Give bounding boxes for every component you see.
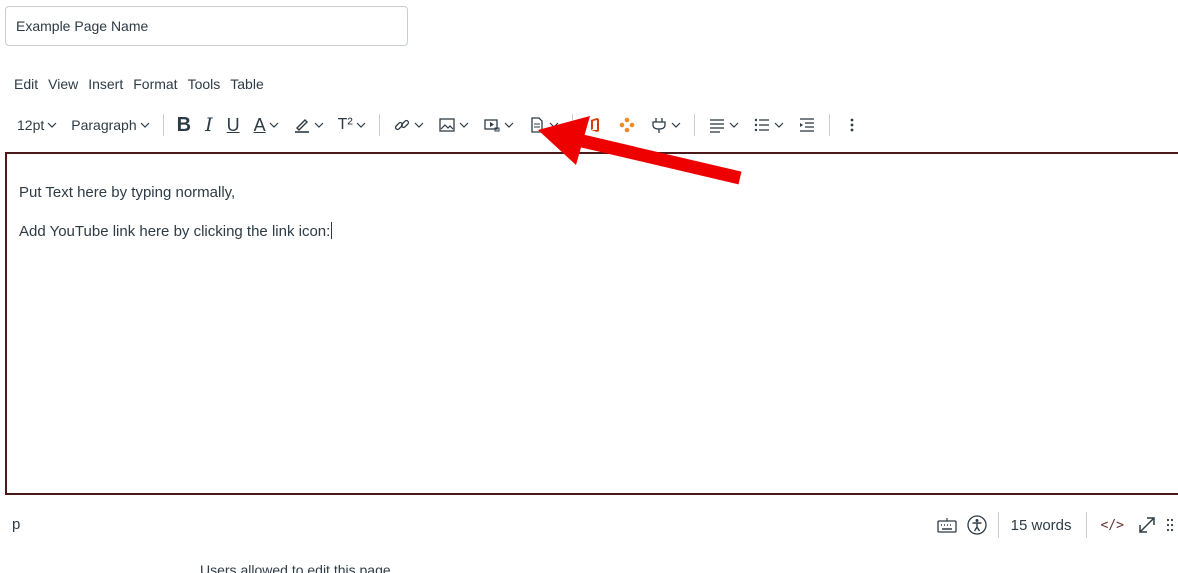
editor-paragraph-2: Add YouTube link here by clicking the li… <box>19 222 333 240</box>
menu-view[interactable]: View <box>43 74 83 94</box>
apps-button[interactable] <box>611 110 643 140</box>
chevron-down-icon <box>140 122 150 128</box>
rich-content-editor[interactable]: Put Text here by typing normally, Add Yo… <box>5 152 1178 495</box>
text-color-button[interactable]: A <box>247 110 286 140</box>
font-size-dropdown[interactable]: 12pt <box>10 110 64 140</box>
editor-paragraph-2-text: Add YouTube link here by clicking the li… <box>19 223 331 240</box>
link-button[interactable] <box>386 110 431 140</box>
align-left-icon <box>709 119 724 133</box>
editor-paragraph-1: Put Text here by typing normally, <box>19 184 236 201</box>
apps-icon <box>619 117 635 133</box>
chevron-down-icon <box>414 122 424 128</box>
italic-button[interactable]: I <box>198 110 220 140</box>
bold-icon: B <box>176 114 192 136</box>
image-icon <box>439 118 455 132</box>
chevron-down-icon <box>314 122 324 128</box>
element-path[interactable]: p <box>12 516 20 533</box>
keyboard-icon <box>936 518 957 533</box>
statusbar-separator <box>1085 512 1087 538</box>
text-color-icon: A <box>253 115 266 135</box>
chevron-down-icon <box>47 122 57 128</box>
chevron-down-icon <box>504 122 514 128</box>
chevron-down-icon <box>269 122 279 128</box>
chevron-down-icon <box>729 122 739 128</box>
font-size-value: 12pt <box>17 117 45 133</box>
accessibility-checker-button[interactable] <box>962 510 992 540</box>
html-editor-toggle[interactable]: </> <box>1093 518 1132 533</box>
block-format-value: Paragraph <box>71 117 137 133</box>
bold-button[interactable]: B <box>170 110 198 140</box>
italic-icon: I <box>205 113 213 136</box>
expand-icon <box>1139 517 1155 533</box>
statusbar-separator <box>997 512 999 538</box>
plug-icon <box>652 118 666 133</box>
word-count[interactable]: 15 words <box>1005 517 1080 534</box>
menu-format[interactable]: Format <box>128 74 182 94</box>
underline-icon: U <box>226 115 240 135</box>
accessibility-icon <box>966 515 987 535</box>
menu-table[interactable]: Table <box>225 74 268 94</box>
drag-handle-icon <box>1166 518 1174 532</box>
indent-icon <box>799 118 814 132</box>
plugin-button[interactable] <box>643 110 688 140</box>
page-name-input[interactable] <box>5 6 408 46</box>
edit-permissions-label: Users allowed to edit this page <box>200 562 391 573</box>
align-button[interactable] <box>701 110 746 140</box>
indent-button[interactable] <box>791 110 823 140</box>
toolbar-separator <box>162 114 164 136</box>
chevron-down-icon <box>549 122 559 128</box>
highlighter-icon <box>294 119 309 133</box>
document-button[interactable] <box>521 110 566 140</box>
fullscreen-button[interactable] <box>1132 510 1162 540</box>
media-button[interactable] <box>476 110 521 140</box>
chevron-down-icon <box>356 122 366 128</box>
image-button[interactable] <box>431 110 476 140</box>
keyboard-shortcuts-button[interactable] <box>932 510 962 540</box>
editor-statusbar: p 15 words </> <box>0 505 1178 545</box>
statusbar-actions: 15 words </> <box>932 510 1178 540</box>
toolbar-separator <box>828 114 830 136</box>
chevron-down-icon <box>774 122 784 128</box>
more-vertical-icon <box>850 118 854 132</box>
office365-icon <box>590 118 599 132</box>
editor-toolbar: 12pt Paragraph B I U A T² <box>10 110 1178 140</box>
block-format-dropdown[interactable]: Paragraph <box>64 110 156 140</box>
superscript-icon: T² <box>337 116 353 133</box>
toolbar-separator <box>378 114 380 136</box>
menu-tools[interactable]: Tools <box>183 74 226 94</box>
office365-button[interactable] <box>579 110 611 140</box>
menu-edit[interactable]: Edit <box>9 74 43 94</box>
document-icon <box>531 117 543 133</box>
page: Edit View Insert Format Tools Table 12pt… <box>0 0 1178 573</box>
underline-button[interactable]: U <box>220 110 247 140</box>
superscript-button[interactable]: T² <box>331 110 373 140</box>
chevron-down-icon <box>671 122 681 128</box>
more-options-button[interactable] <box>836 110 868 140</box>
editor-menubar: Edit View Insert Format Tools Table <box>9 72 269 96</box>
highlight-color-button[interactable] <box>286 110 331 140</box>
media-icon <box>484 119 500 132</box>
list-button[interactable] <box>746 110 791 140</box>
link-icon <box>394 119 409 131</box>
chevron-down-icon <box>459 122 469 128</box>
toolbar-separator <box>693 114 695 136</box>
bullet-list-icon <box>754 118 769 132</box>
text-caret <box>331 222 333 239</box>
toolbar-separator <box>571 114 573 136</box>
resize-handle[interactable] <box>1162 510 1178 540</box>
menu-insert[interactable]: Insert <box>83 74 128 94</box>
